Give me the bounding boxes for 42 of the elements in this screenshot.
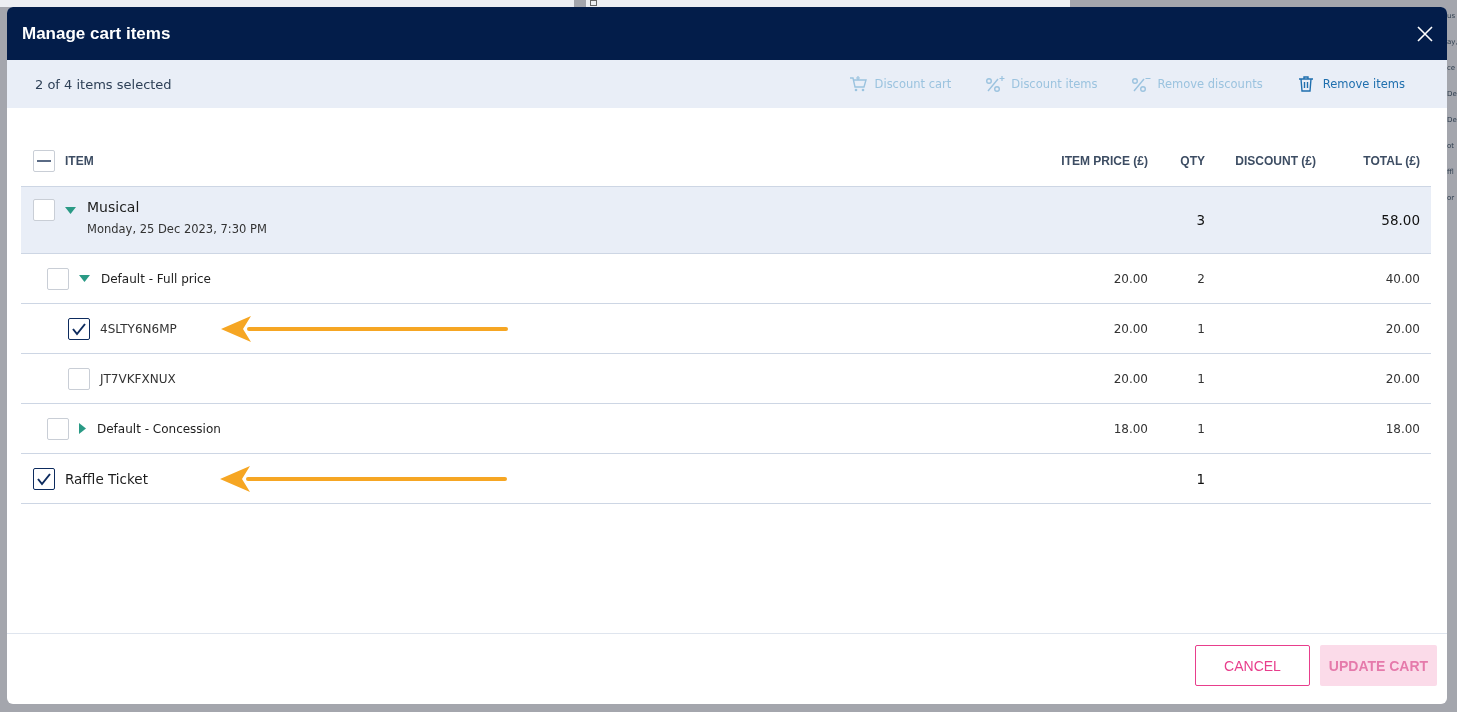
- checkbox[interactable]: [68, 317, 90, 340]
- toolbar-action[interactable]: Remove items: [1296, 75, 1405, 93]
- close-button[interactable]: [1415, 23, 1435, 44]
- caret-down-icon[interactable]: [65, 207, 77, 215]
- select-all-checkbox[interactable]: [33, 150, 55, 172]
- column-header: DISCOUNT (£): [1235, 154, 1316, 168]
- item-name: JT7VKFXNUX: [100, 371, 176, 386]
- table-cell: 20.00: [1113, 371, 1148, 386]
- table-cell: 18.00: [1113, 421, 1148, 436]
- table-cell: 20.00: [1385, 321, 1420, 336]
- table-cell: 58.00: [1381, 212, 1420, 228]
- item-name: Musical: [87, 199, 141, 215]
- event-date: Monday, 25 Dec 2023, 7:30 PM: [87, 222, 267, 236]
- column-header: TOTAL (£): [1363, 154, 1420, 168]
- column-header: ITEM PRICE (£): [1061, 154, 1148, 168]
- table-cell: 3: [1196, 212, 1205, 228]
- caret-down-icon[interactable]: [79, 274, 91, 283]
- checkbox[interactable]: [33, 467, 55, 490]
- percent-minus-icon: [1131, 75, 1152, 93]
- table-cell: 18.00: [1385, 421, 1420, 436]
- cart-icon: [848, 75, 869, 93]
- caret-right-icon[interactable]: [79, 422, 87, 435]
- table-cell: 20.00: [1113, 271, 1148, 286]
- column-header: ITEM: [65, 154, 94, 168]
- table-cell: 20.00: [1385, 371, 1420, 386]
- cancel-button[interactable]: CANCEL: [1195, 645, 1310, 686]
- table-cell: 1: [1197, 371, 1205, 386]
- dialog-title: Manage cart items: [22, 23, 171, 44]
- item-name: Default - Full price: [101, 271, 211, 286]
- selection-summary: 2 of 4 items selected: [35, 76, 172, 92]
- item-name: Raffle Ticket: [65, 470, 148, 487]
- table-cell: 1: [1196, 470, 1205, 487]
- item-name: Default - Concession: [97, 421, 221, 436]
- column-header: QTY: [1180, 154, 1205, 168]
- table-cell: 1: [1197, 421, 1205, 436]
- table-cell: 1: [1197, 321, 1205, 336]
- table-cell: 2: [1197, 271, 1205, 286]
- table-cell: 40.00: [1385, 271, 1420, 286]
- table-cell: 20.00: [1113, 321, 1148, 336]
- close-icon: [1417, 25, 1433, 42]
- percent-plus-icon: [985, 75, 1006, 93]
- item-name: 4SLTY6N6MP: [100, 321, 177, 336]
